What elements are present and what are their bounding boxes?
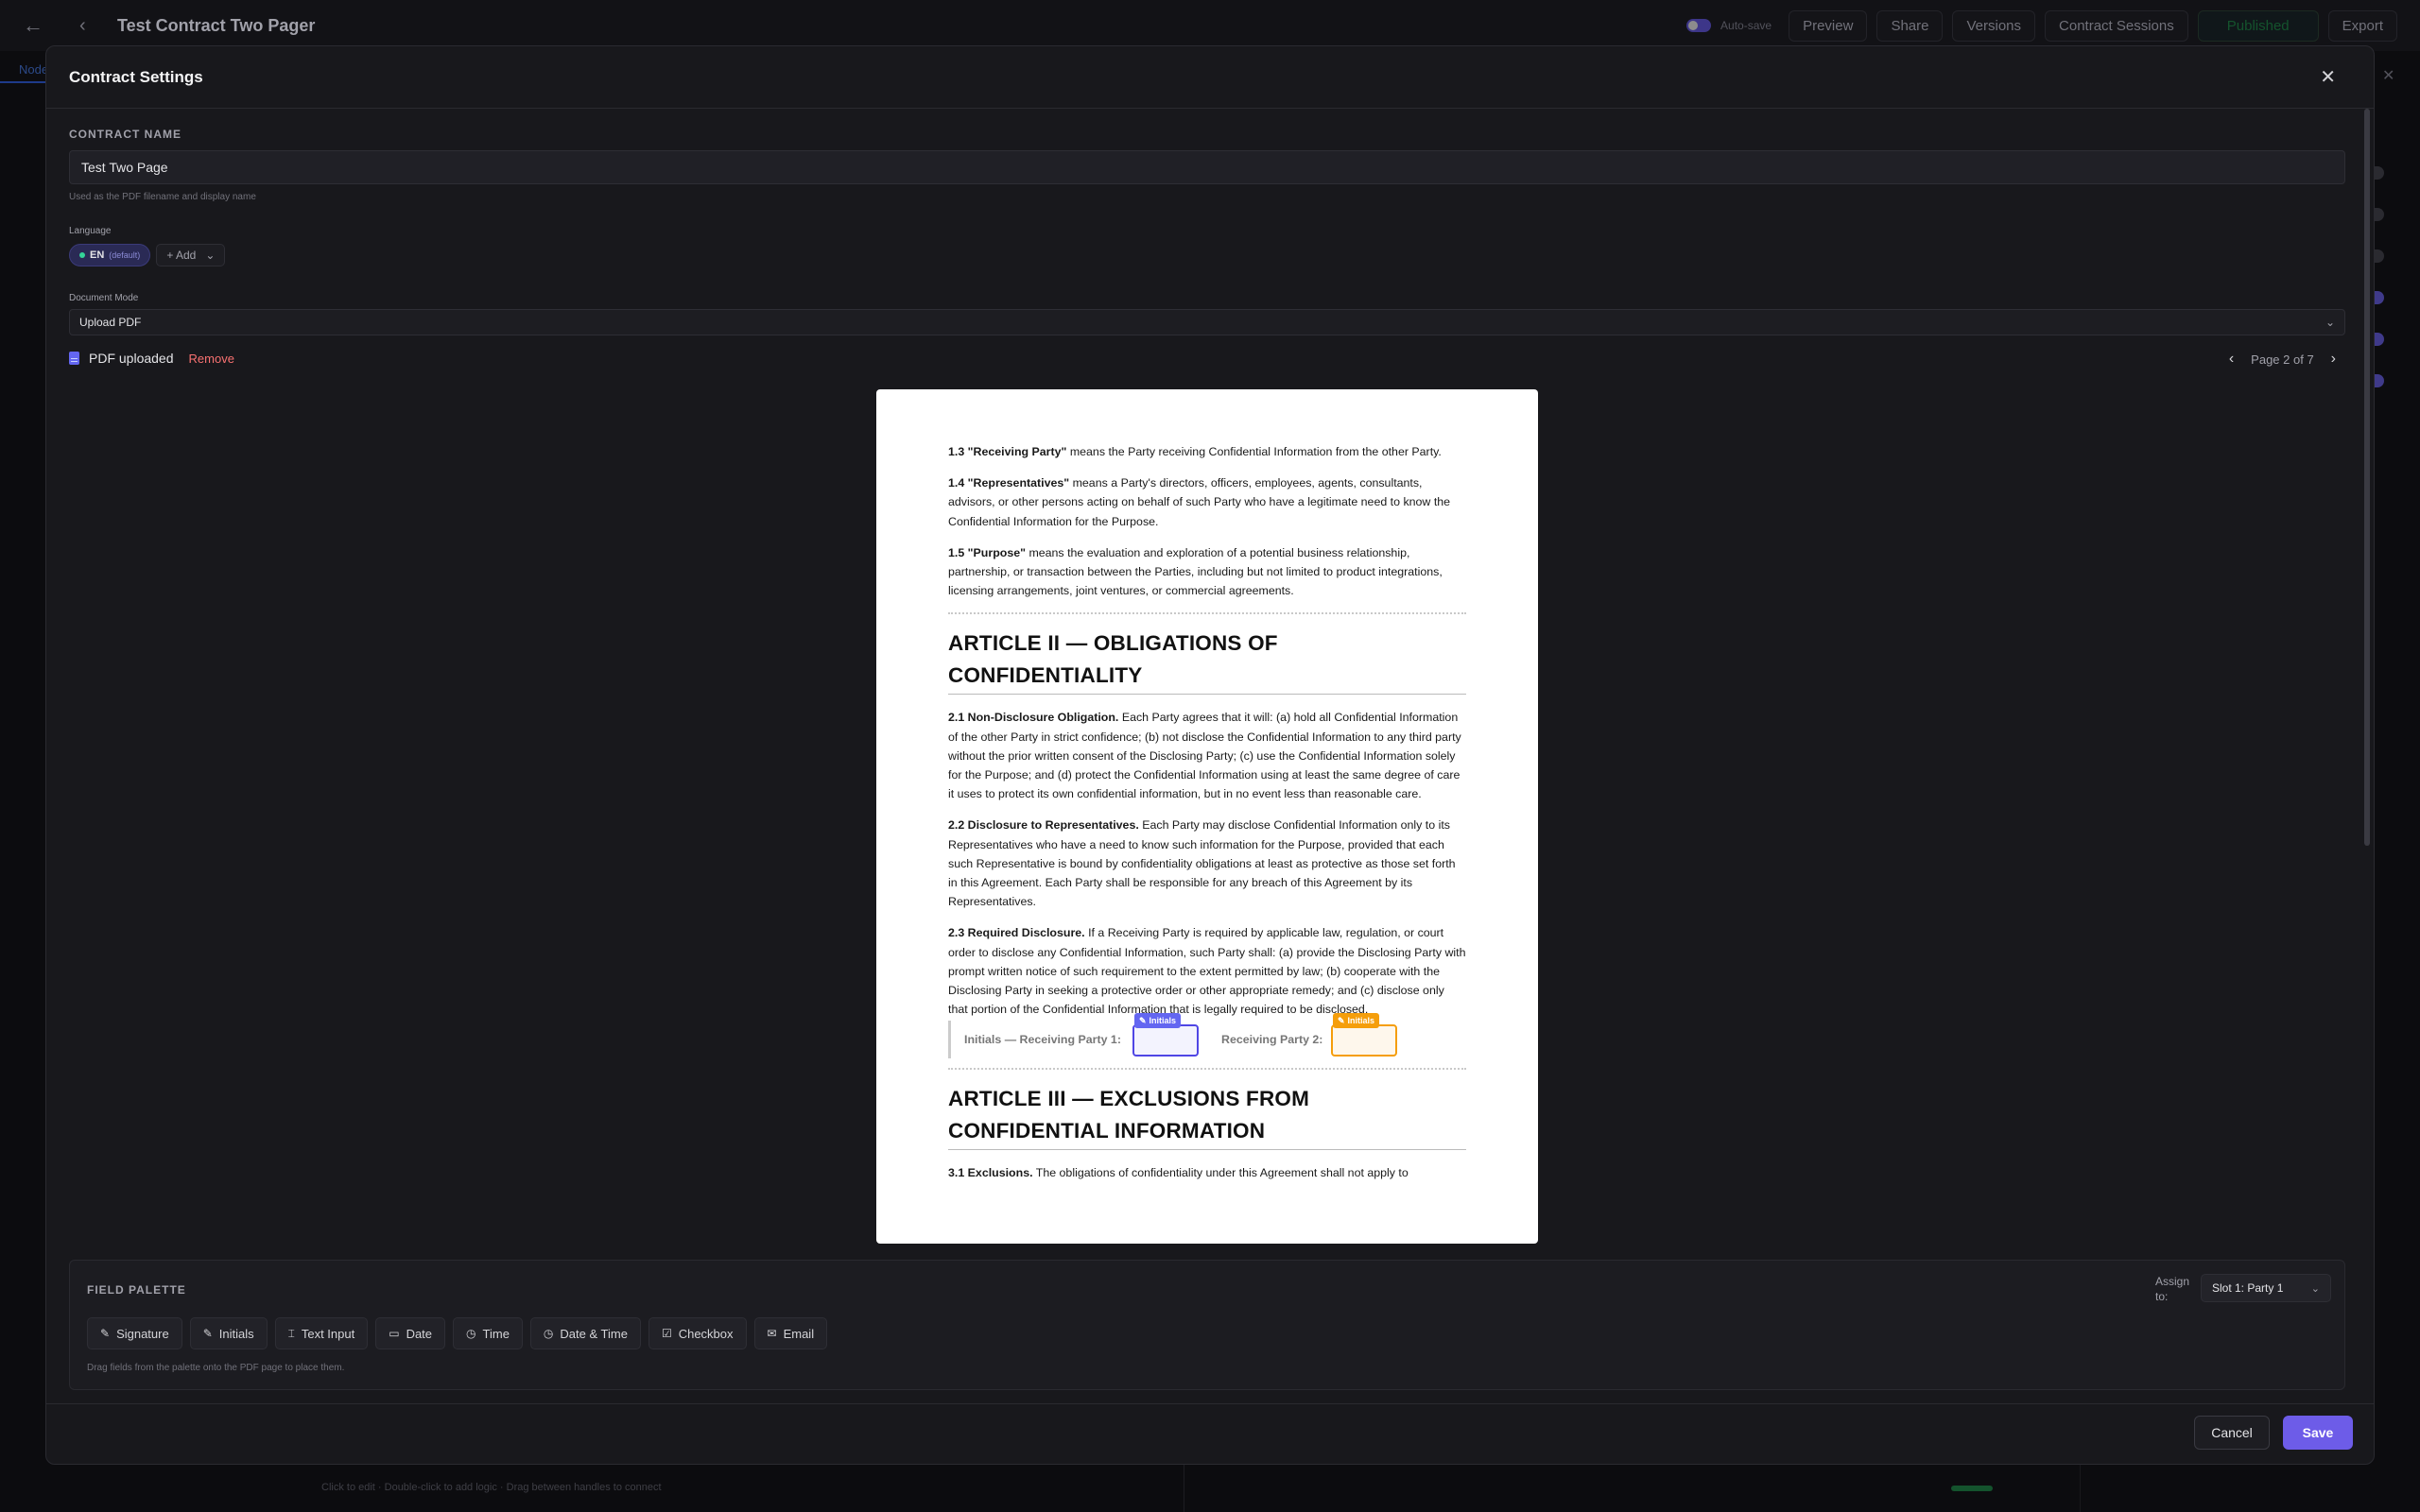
contract-name-input[interactable]: Test Two Page xyxy=(69,150,2345,184)
file-icon xyxy=(69,352,79,365)
initials-label-party-2: Receiving Party 2: xyxy=(1221,1033,1323,1047)
language-default-tag: (default) xyxy=(109,250,141,260)
field-palette-buttons: ✎ Signature ✎ Initials ⌶ Text Input ▭ Date ◷… xyxy=(87,1317,828,1349)
pdf-status: PDF uploaded Remove xyxy=(69,351,234,366)
pen-icon: ✎ xyxy=(202,1327,213,1340)
pdf-paragraph: 1.4 "Representatives" means a Party's di… xyxy=(948,476,1451,528)
document-mode-select[interactable]: Upload PDF ⌄ xyxy=(69,309,2345,335)
modal-scrollbar[interactable] xyxy=(2364,109,2370,846)
date-field-button[interactable]: ▭ Date xyxy=(375,1317,446,1349)
language-label: Language xyxy=(69,226,112,236)
initials-field-party-1[interactable]: ✎ Initials xyxy=(1132,1013,1199,1057)
contract-name-hint: Used as the PDF filename and display nam… xyxy=(69,192,256,202)
language-code: EN xyxy=(90,249,105,261)
bg-tab-indicator xyxy=(0,81,45,83)
bg-close-icon[interactable]: ✕ xyxy=(2382,66,2394,85)
active-dot-icon xyxy=(79,252,85,258)
bg-status-bar xyxy=(1951,1486,1993,1491)
modal-header: Contract Settings ✕ xyxy=(46,46,2374,109)
field-palette: FIELD PALETTE ✎ Signature ✎ Initials ⌶ Text… xyxy=(69,1260,2345,1390)
clock-icon: ◷ xyxy=(543,1327,554,1340)
date-time-field-button[interactable]: ◷ Date & Time xyxy=(529,1317,641,1349)
page-indicator: Page 2 of 7 xyxy=(2251,352,2314,367)
pdf-paragraph: 2.2 Disclosure to Representatives. Each … xyxy=(948,818,1456,909)
document-mode-value: Upload PDF xyxy=(79,316,142,329)
topbar-actions: Auto-save Preview Share Versions Contrac… xyxy=(1686,9,2397,42)
save-button[interactable]: Save xyxy=(2283,1416,2353,1450)
pdf-paragraph: 2.3 Required Disclosure. If a Receiving … xyxy=(948,926,1466,1017)
article-heading: ARTICLE III — EXCLUSIONS FROM CONFIDENTI… xyxy=(948,1083,1466,1151)
mail-icon: ✉ xyxy=(767,1327,777,1340)
page-pager: ‹ Page 2 of 7 › xyxy=(2229,351,2336,368)
document-mode-label: Document Mode xyxy=(69,293,139,303)
chevron-down-icon: ⌄ xyxy=(2310,1282,2320,1295)
article-heading: ARTICLE II — OBLIGATIONS OF CONFIDENTIAL… xyxy=(948,627,1466,696)
contract-name-label: CONTRACT NAME xyxy=(69,128,182,141)
versions-button[interactable]: Versions xyxy=(1952,9,2036,42)
pen-icon: ✎ xyxy=(100,1327,111,1340)
cancel-button[interactable]: Cancel xyxy=(2194,1416,2270,1450)
modal-title: Contract Settings xyxy=(69,67,203,86)
settings-form: CONTRACT NAME Test Two Page Used as the … xyxy=(69,128,2345,335)
signature-field-button[interactable]: ✎ Signature xyxy=(87,1317,182,1349)
chevron-left-icon[interactable]: ‹ xyxy=(79,15,108,37)
remove-pdf-button[interactable]: Remove xyxy=(189,352,234,366)
language-row: EN (default) + Add ⌄ xyxy=(69,244,2345,266)
bg-tab-nodes[interactable]: Node xyxy=(19,62,48,77)
text-input-field-button[interactable]: ⌶ Text Input xyxy=(274,1317,369,1349)
pdf-paragraph: 1.3 "Receiving Party" means the Party re… xyxy=(948,445,1442,458)
published-button[interactable]: Published xyxy=(2197,9,2319,42)
chevron-left-icon[interactable]: ‹ xyxy=(2229,351,2234,368)
checkbox-field-button[interactable]: ☑ Checkbox xyxy=(648,1317,747,1349)
chevron-down-icon: ⌄ xyxy=(205,249,216,262)
initials-field-button[interactable]: ✎ Initials xyxy=(189,1317,268,1349)
pdf-paragraph: 1.5 "Purpose" means the evaluation and e… xyxy=(948,545,1443,598)
share-button[interactable]: Share xyxy=(1876,9,1944,42)
contract-title: Test Contract Two Pager xyxy=(117,15,316,35)
pdf-page[interactable]: 1.3 "Receiving Party" means the Party re… xyxy=(876,389,1538,1244)
field-tag[interactable]: ✎ Initials xyxy=(1333,1013,1380,1029)
section-divider xyxy=(948,612,1466,615)
pdf-status-label: PDF uploaded xyxy=(89,351,174,366)
email-field-button[interactable]: ✉ Email xyxy=(753,1317,828,1349)
pdf-content: 1.3 "Receiving Party" means the Party re… xyxy=(948,442,1466,1195)
language-chip-en[interactable]: EN (default) xyxy=(69,244,151,266)
field-palette-title: FIELD PALETTE xyxy=(87,1283,186,1297)
initials-label-party-1: Initials — Receiving Party 1: xyxy=(964,1033,1121,1047)
text-cursor-icon: ⌶ xyxy=(287,1326,295,1340)
pdf-paragraph: 2.1 Non-Disclosure Obligation. Each Part… xyxy=(948,711,1461,801)
add-language-label: + Add xyxy=(166,249,197,262)
time-field-button[interactable]: ◷ Time xyxy=(453,1317,523,1349)
back-arrow-icon[interactable]: ← xyxy=(23,13,60,38)
preview-button[interactable]: Preview xyxy=(1789,9,1868,42)
checkbox-icon: ☑ xyxy=(661,1327,672,1340)
modal-footer: Cancel Save xyxy=(46,1403,2374,1464)
pdf-paragraph: 3.1 Exclusions. The obligations of confi… xyxy=(948,1166,1409,1180)
assign-to-select[interactable]: Slot 1: Party 1 ⌄ xyxy=(2201,1274,2331,1302)
autosave-toggle[interactable] xyxy=(1686,19,1712,32)
autosave-label: Auto-save xyxy=(1720,19,1772,32)
pen-icon: ✎ xyxy=(1139,1015,1147,1025)
contract-sessions-button[interactable]: Contract Sessions xyxy=(2045,9,2188,42)
bg-canvas-hint: Click to edit · Double-click to add logi… xyxy=(321,1482,662,1493)
initials-row: Initials — Receiving Party 1: ✎ Initials … xyxy=(948,1013,1466,1059)
add-language-button[interactable]: + Add ⌄ xyxy=(156,244,226,266)
assign-to-value: Slot 1: Party 1 xyxy=(2212,1281,2284,1295)
contract-settings-modal: Contract Settings ✕ CONTRACT NAME Test T… xyxy=(45,45,2375,1465)
clock-icon: ◷ xyxy=(466,1327,476,1340)
section-divider xyxy=(948,1068,1466,1071)
chevron-down-icon: ⌄ xyxy=(2325,316,2335,329)
chevron-right-icon[interactable]: › xyxy=(2331,351,2336,368)
pen-icon: ✎ xyxy=(1338,1015,1345,1025)
app-topbar: ← ‹ Test Contract Two Pager Auto-save Pr… xyxy=(0,0,2420,51)
initials-field-party-2[interactable]: ✎ Initials xyxy=(1331,1013,1397,1057)
export-button[interactable]: Export xyxy=(2327,9,2397,42)
field-tag[interactable]: ✎ Initials xyxy=(1134,1013,1182,1029)
assign-to-label: Assign to: xyxy=(2155,1275,2190,1303)
close-icon[interactable]: ✕ xyxy=(2320,65,2336,89)
calendar-icon: ▭ xyxy=(389,1327,400,1340)
field-palette-hint: Drag fields from the palette onto the PD… xyxy=(87,1363,345,1373)
